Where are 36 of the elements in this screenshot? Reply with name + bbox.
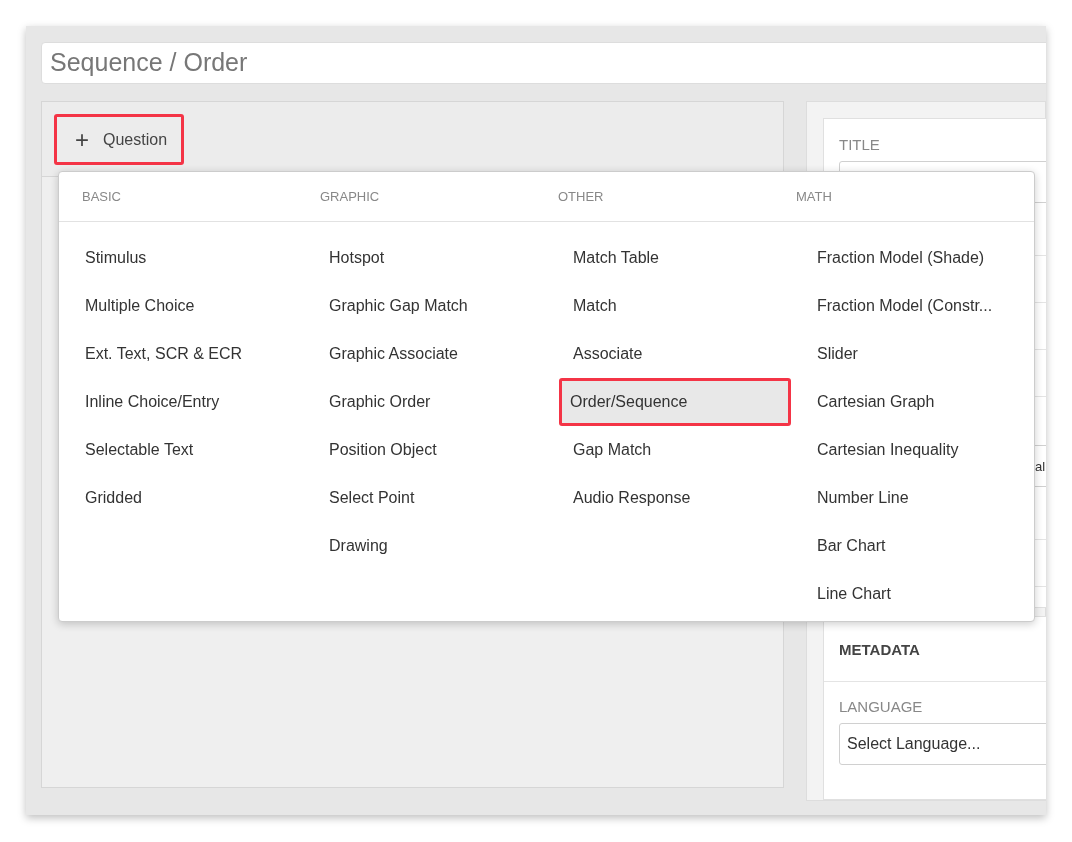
menu-item[interactable]: Multiple Choice (71, 282, 303, 330)
menu-item[interactable]: Selectable Text (71, 426, 303, 474)
menu-item[interactable]: Associate (559, 330, 791, 378)
menu-item[interactable]: Drawing (315, 522, 547, 570)
menu-item[interactable]: Cartesian Graph (803, 378, 1035, 426)
menu-item[interactable]: Cartesian Inequality (803, 426, 1035, 474)
menu-item[interactable]: Graphic Gap Match (315, 282, 547, 330)
language-label: LANGUAGE (839, 697, 924, 715)
menu-item[interactable]: Match Table (559, 234, 791, 282)
menu-item[interactable]: Graphic Associate (315, 330, 547, 378)
menu-item[interactable]: Select Point (315, 474, 547, 522)
menu-item[interactable]: Line Chart (803, 570, 1035, 618)
menu-item[interactable]: Gridded (71, 474, 303, 522)
menu-item[interactable]: Fraction Model (Shade) (803, 234, 1035, 282)
menu-item[interactable]: Gap Match (559, 426, 791, 474)
menu-item[interactable]: Stimulus (71, 234, 303, 282)
menu-item[interactable]: Hotspot (315, 234, 547, 282)
menu-item[interactable]: Audio Response (559, 474, 791, 522)
menu-item[interactable]: Slider (803, 330, 1035, 378)
menu-item[interactable]: Graphic Order (315, 378, 547, 426)
menu-item[interactable]: Bar Chart (803, 522, 1035, 570)
menu-item[interactable]: Number Line (803, 474, 1035, 522)
add-question-button[interactable]: + Question (54, 114, 185, 165)
menu-column-heading: BASIC (82, 189, 122, 204)
menu-column-heading: OTHER (558, 189, 605, 204)
menu-column-heading: GRAPHIC (320, 189, 381, 204)
menu-item[interactable]: Position Object (315, 426, 547, 474)
menu-item[interactable]: Order/Sequence (559, 378, 791, 426)
menu-item[interactable]: Ext. Text, SCR & ECR (71, 330, 303, 378)
menu-item[interactable]: Fraction Model (Constr... (803, 282, 1035, 330)
title-label: TITLE (839, 136, 881, 153)
title-field[interactable]: Sequence / Order (41, 42, 1046, 84)
menu-item[interactable]: Inline Choice/Entry (71, 378, 303, 426)
menu-item[interactable]: Match (559, 282, 791, 330)
menu-column-heading: MATH (796, 189, 833, 204)
language-select[interactable]: Select Language... (839, 722, 1046, 765)
